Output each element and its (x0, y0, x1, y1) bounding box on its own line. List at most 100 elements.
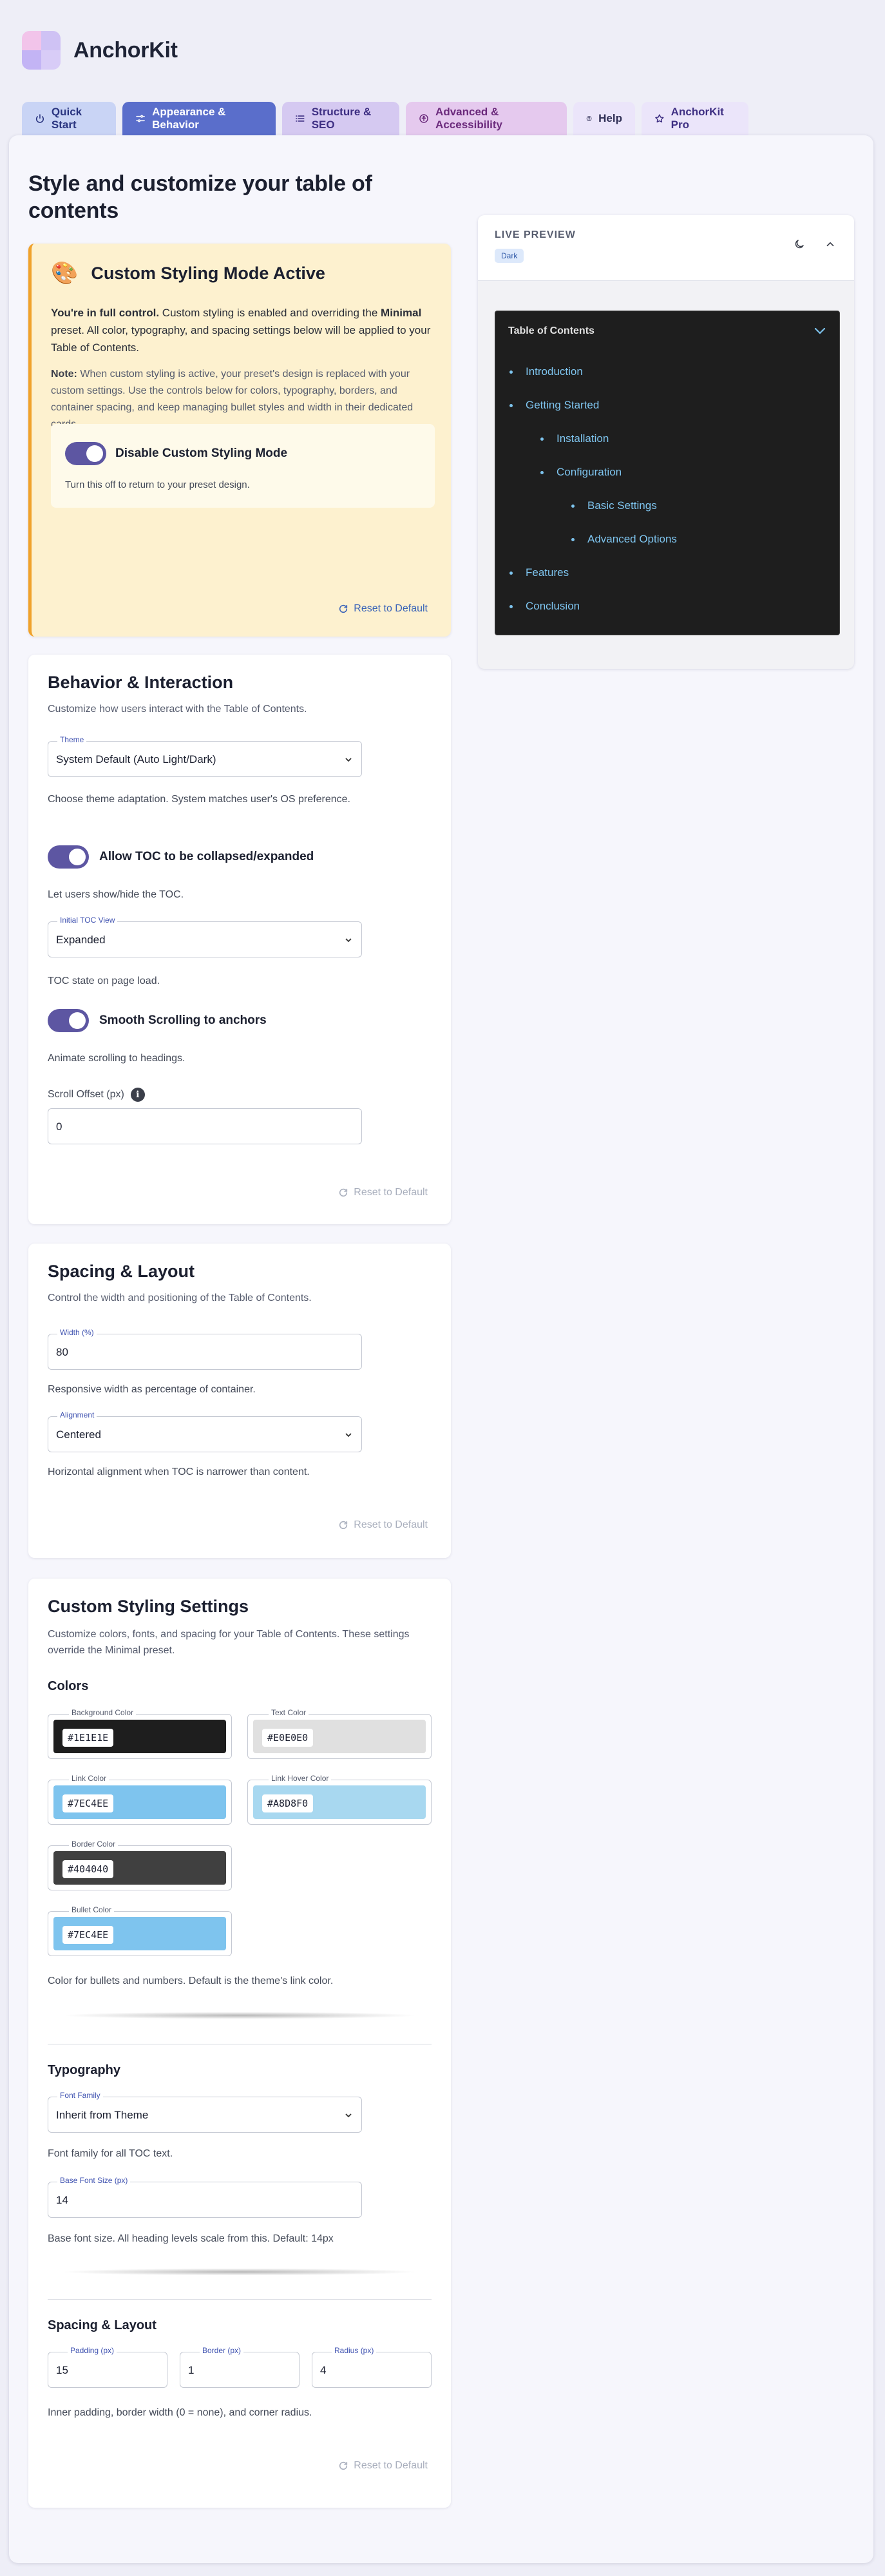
bullet-color-help: Color for bullets and numbers. Default i… (48, 1975, 334, 1986)
spacing-desc: Control the width and positioning of the… (48, 1293, 312, 1303)
disable-custom-styling-hint: Turn this off to return to your preset d… (65, 479, 250, 490)
chevron-down-icon (345, 758, 352, 762)
settings-panel: Style and customize your table of conten… (9, 135, 873, 2563)
link-color-picker[interactable]: Link Color #7EC4EE (48, 1774, 232, 1825)
toc-link[interactable]: Basic Settings (571, 499, 657, 512)
spacing-layout-card: Spacing & Layout Control the width and p… (28, 1244, 451, 1558)
divider (48, 2299, 432, 2300)
toc-link[interactable]: Introduction (509, 365, 583, 378)
bullet-icon (540, 470, 544, 474)
colors-heading: Colors (48, 1679, 89, 1693)
info-icon[interactable]: i (130, 1088, 145, 1102)
tab-anchorkit-pro[interactable]: AnchorKit Pro (642, 102, 748, 135)
toc-link[interactable]: Conclusion (509, 600, 580, 613)
tab-help[interactable]: Help (573, 102, 635, 135)
behavior-interaction-card: Behavior & Interaction Customize how use… (28, 655, 451, 1224)
behavior-title: Behavior & Interaction (48, 673, 234, 692)
accessibility-icon (419, 114, 428, 123)
radius-input[interactable]: Radius (px) 4 (312, 2346, 432, 2388)
padding-input[interactable]: Padding (px) 15 (48, 2346, 167, 2388)
behavior-desc: Customize how users interact with the Ta… (48, 704, 307, 715)
bullet-icon (571, 504, 575, 508)
typography-heading: Typography (48, 2063, 120, 2077)
app-header: AnchorKit (22, 30, 178, 71)
bullet-icon (509, 403, 513, 407)
chevron-down-icon (345, 1433, 352, 1437)
chevron-down-icon (345, 938, 352, 943)
alignment-select[interactable]: Alignment Centered (48, 1410, 362, 1452)
live-preview-title: LIVE PREVIEW (495, 229, 576, 240)
tab-advanced-accessibility[interactable]: Advanced & Accessibility (406, 102, 567, 135)
custom-mode-note: Note: When custom styling is active, you… (51, 369, 414, 430)
toc-link[interactable]: Installation (540, 432, 609, 445)
custom-styling-mode-card: 🎨 Custom Styling Mode Active You're in f… (28, 244, 451, 637)
theme-help: Choose theme adaptation. System matches … (48, 794, 350, 805)
font-family-select[interactable]: Font Family Inherit from Theme (48, 2091, 362, 2133)
collapsible-toggle[interactable] (48, 845, 89, 869)
toc-link[interactable]: Advanced Options (571, 533, 677, 546)
toc-link[interactable]: Configuration (540, 466, 622, 479)
chevron-down-icon (345, 2113, 352, 2118)
background-color-picker[interactable]: Background Color #1E1E1E (48, 1708, 232, 1759)
reset-icon (339, 2461, 348, 2470)
palette-icon: 🎨 (51, 261, 79, 285)
bullet-icon (571, 537, 575, 541)
toc-title: Table of Contents (508, 325, 595, 336)
chevron-down-icon[interactable] (814, 327, 826, 336)
anchorkit-logo-icon (22, 31, 61, 70)
tab-structure-seo[interactable]: Structure & SEO (282, 102, 399, 135)
border-width-input[interactable]: Border (px) 1 (180, 2346, 300, 2388)
toc-preview: Table of Contents Introduction Getting S… (495, 311, 840, 635)
help-icon (586, 116, 592, 121)
bullet-color-picker[interactable]: Bullet Color #7EC4EE (48, 1905, 232, 1956)
scroll-offset-input[interactable]: 0 (48, 1108, 362, 1144)
toc-link[interactable]: Getting Started (509, 399, 599, 412)
text-color-picker[interactable]: Text Color #E0E0E0 (247, 1708, 432, 1759)
disable-custom-styling-label: Disable Custom Styling Mode (115, 447, 288, 460)
toc-link[interactable]: Features (509, 566, 569, 579)
reset-icon (339, 1188, 348, 1197)
collapsible-label: Allow TOC to be collapsed/expanded (99, 850, 314, 863)
brand-name: AnchorKit (73, 37, 178, 62)
custom-mode-reset-button[interactable]: Reset to Default (338, 603, 428, 615)
spacing-layout-heading: Spacing & Layout (48, 2318, 157, 2332)
spacing-reset-button[interactable]: Reset to Default (338, 1519, 428, 1531)
disable-custom-styling-toggle[interactable] (65, 442, 106, 465)
custom-styling-settings-card: Custom Styling Settings Customize colors… (28, 1579, 451, 2508)
reset-icon (339, 604, 348, 613)
custom-mode-summary: You're in full control. Custom styling i… (51, 307, 431, 354)
smooth-scroll-label: Smooth Scrolling to anchors (99, 1014, 267, 1027)
tab-quick-start[interactable]: Quick Start (22, 102, 116, 135)
custom-settings-reset-button[interactable]: Reset to Default (338, 2460, 428, 2472)
divider (48, 2012, 432, 2019)
scroll-offset-label: Scroll Offset (px) (48, 1089, 124, 1100)
sliders-icon (136, 115, 145, 122)
theme-select[interactable]: Theme System Default (Auto Light/Dark) (48, 735, 362, 777)
spacing-title: Spacing & Layout (48, 1262, 195, 1281)
custom-settings-desc: Customize colors, fonts, and spacing for… (48, 1629, 410, 1656)
custom-mode-title: Custom Styling Mode Active (91, 263, 325, 283)
tab-appearance-behavior[interactable]: Appearance & Behavior (122, 102, 276, 135)
moon-icon[interactable] (794, 238, 805, 250)
link-hover-color-picker[interactable]: Link Hover Color #A8D8F0 (247, 1774, 432, 1825)
initial-view-select[interactable]: Initial TOC View Expanded (48, 916, 362, 957)
smooth-scroll-help: Animate scrolling to headings. (48, 1053, 186, 1064)
page-title: Style and customize your table of conten… (28, 171, 372, 223)
border-color-picker[interactable]: Border Color #404040 (48, 1840, 232, 1890)
star-icon (655, 114, 664, 123)
behavior-reset-button[interactable]: Reset to Default (338, 1187, 428, 1198)
tab-bar: Quick Start Appearance & Behavior Struct… (22, 102, 748, 135)
font-family-help: Font family for all TOC text. (48, 2148, 173, 2159)
width-help: Responsive width as percentage of contai… (48, 1384, 256, 1395)
bullet-icon (509, 571, 513, 575)
chevron-up-icon[interactable] (824, 238, 836, 250)
width-input[interactable]: Width (%) 80 (48, 1328, 362, 1370)
spacing-help: Inner padding, border width (0 = none), … (48, 2407, 312, 2418)
smooth-scroll-toggle[interactable] (48, 1009, 89, 1032)
bullet-icon (509, 370, 513, 374)
list-icon (296, 115, 305, 122)
base-font-size-input[interactable]: Base Font Size (px) 14 (48, 2176, 362, 2218)
initial-view-help: TOC state on page load. (48, 976, 160, 986)
live-preview-panel: LIVE PREVIEW Dark Table of Contents Intr… (478, 215, 854, 669)
bullet-icon (540, 437, 544, 441)
